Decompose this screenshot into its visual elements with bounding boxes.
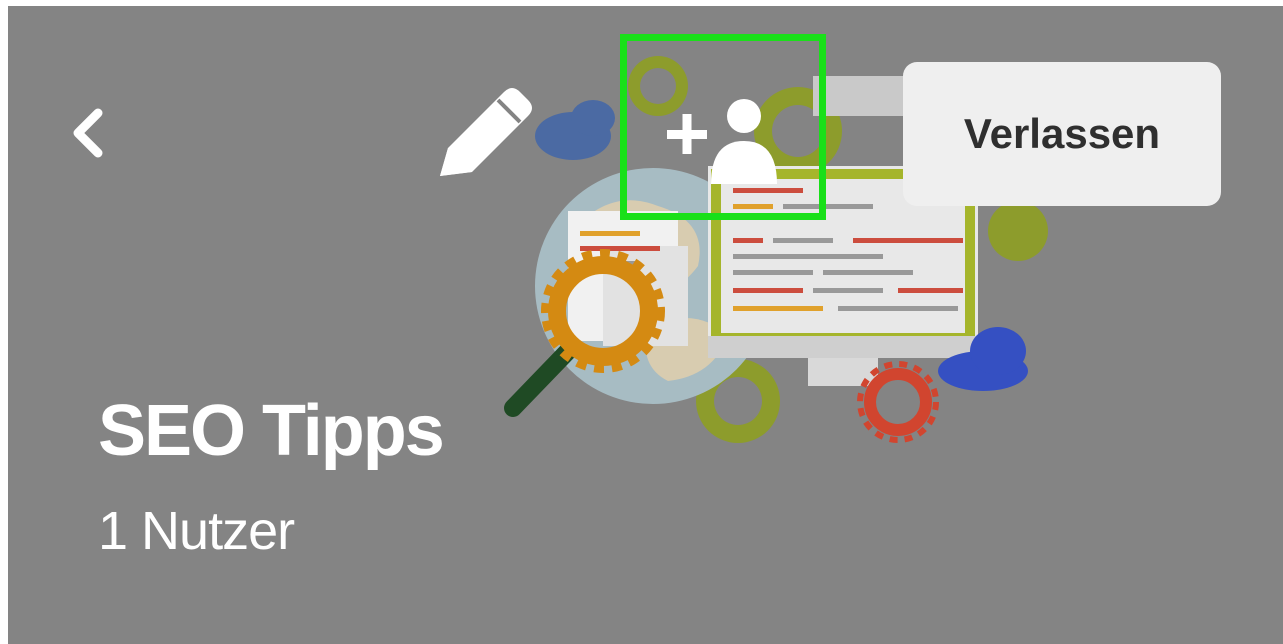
back-button[interactable] <box>60 98 116 168</box>
member-count: 1 Nutzer <box>98 501 295 561</box>
add-user-icon <box>667 99 777 184</box>
pencil-icon <box>440 88 532 176</box>
group-header: Verlassen SEO Tipps 1 Nutzer <box>8 6 1283 644</box>
edit-group-button[interactable] <box>418 78 536 188</box>
leave-group-button[interactable]: Verlassen <box>903 62 1221 206</box>
cloud-illustration-left <box>535 100 615 160</box>
add-user-button[interactable] <box>620 34 826 220</box>
chevron-left-icon <box>73 108 103 158</box>
group-title: SEO Tipps <box>98 391 445 471</box>
